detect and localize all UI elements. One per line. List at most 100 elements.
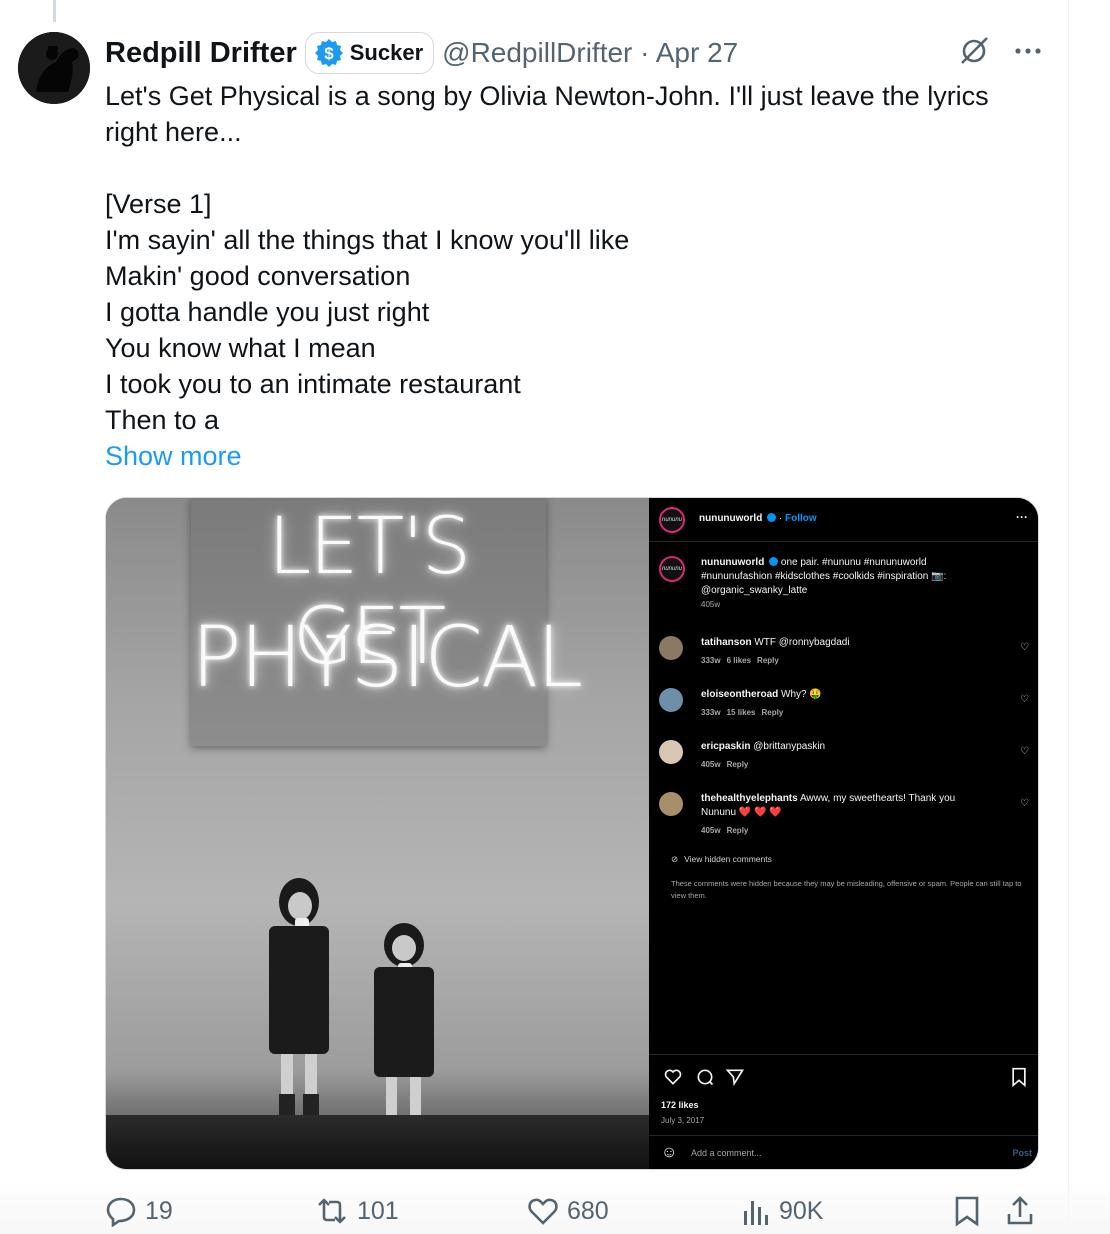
show-more-link[interactable]: Show more xyxy=(105,438,242,474)
reply-button[interactable]: 19 xyxy=(105,1188,173,1234)
tweet-text-line: Then to a xyxy=(105,405,220,435)
author-handle[interactable]: @RedpillDrifter · Apr 27 xyxy=(442,37,738,69)
like-count: 680 xyxy=(567,1196,609,1225)
ig-comment: tatihanson WTF @ronnybagdadi 333w 6 likes… xyxy=(659,636,1029,676)
neon-text-line2: PHYSICAL xyxy=(191,608,583,706)
ig-comment-likes[interactable]: 15 likes xyxy=(727,708,756,717)
ig-post-date: July 3, 2017 xyxy=(661,1116,705,1125)
ig-comment-text: WTF @ronnybagdadi xyxy=(754,637,850,648)
heart-outline-icon[interactable]: ♡ xyxy=(1020,798,1029,809)
ig-comment-text: Awww, my sweethearts! Thank you xyxy=(799,793,956,804)
tweet-text-blank-line xyxy=(105,150,1045,186)
ig-heart-icon[interactable] xyxy=(663,1067,683,1087)
ig-comment-age: 333w xyxy=(701,656,721,665)
ig-hidden-note: These comments were hidden because they … xyxy=(671,879,1022,900)
tweet-action-bar: 19 101 680 90K xyxy=(105,1188,1045,1234)
repost-count: 101 xyxy=(357,1196,399,1225)
heart-outline-icon[interactable]: ♡ xyxy=(1020,642,1029,653)
views-button[interactable]: 90K xyxy=(741,1188,823,1234)
tweet-text: Let's Get Physical is a song by Olivia N… xyxy=(105,78,1045,438)
ig-post-button[interactable]: Post xyxy=(1012,1148,1032,1158)
ig-caption-text: one pair. #nununu #nununuworld xyxy=(780,557,927,568)
ig-share-icon[interactable] xyxy=(725,1067,745,1087)
ig-comment-text: Nununu ❤️ ❤️ ❤️ xyxy=(701,807,782,818)
ig-comment-avatar[interactable] xyxy=(659,688,683,712)
share-button[interactable] xyxy=(1005,1188,1035,1234)
ig-caption-text: @organic_swanky_latte xyxy=(701,585,808,596)
like-button[interactable]: 680 xyxy=(527,1188,609,1234)
ig-caption: nununuworld one pair. #nununu #nununuwor… xyxy=(701,556,1021,612)
ig-comment-user[interactable]: tatihanson xyxy=(701,637,752,648)
ig-comment-avatar[interactable] xyxy=(659,792,683,816)
ig-header: nununu nununuworld · Follow ··· xyxy=(649,498,1038,542)
ig-comment-user[interactable]: eloiseontheroad xyxy=(701,689,778,700)
ig-caption-avatar[interactable]: nununu xyxy=(659,556,685,582)
header-actions xyxy=(957,34,1043,68)
neon-sign: LET'S GET PHYSICAL xyxy=(191,498,583,746)
repost-icon xyxy=(318,1198,346,1224)
bookmark-icon xyxy=(955,1196,979,1227)
floor xyxy=(106,1115,649,1169)
ig-comment: thehealthyelephants Awww, my sweethearts… xyxy=(659,792,1029,844)
tweet-text-line: Let's Get Physical is a song by Olivia N… xyxy=(105,81,989,111)
ig-comment-user[interactable]: ericpaskin xyxy=(701,741,750,752)
ig-comment: eloiseontheroad Why? 🤑 333w 15 likes Reply… xyxy=(659,688,1029,728)
ig-comment-text: Why? 🤑 xyxy=(781,689,822,700)
ig-comment-icon[interactable] xyxy=(695,1067,715,1087)
ig-more-icon[interactable]: ··· xyxy=(1016,510,1028,524)
author-avatar[interactable] xyxy=(18,32,90,104)
ig-reply-link[interactable]: Reply xyxy=(757,656,779,665)
column-border xyxy=(1068,0,1069,1234)
ig-reply-link[interactable]: Reply xyxy=(727,760,749,769)
tweet-text-line: I'm sayin' all the things that I know yo… xyxy=(105,225,630,255)
neon-sign-photo: LET'S GET PHYSICAL xyxy=(106,498,649,1169)
ig-caption-user[interactable]: nununuworld xyxy=(701,557,764,568)
ig-comment-age: 333w xyxy=(701,708,721,717)
ig-comment: ericpaskin @brittanypaskin 405w Reply ♡ xyxy=(659,740,1029,780)
ig-comment-age: 405w xyxy=(701,760,721,769)
ig-comment-bar: ☺ Add a comment... Post xyxy=(649,1135,1038,1169)
ig-save-icon[interactable] xyxy=(1010,1067,1028,1087)
ig-comment-age: 405w xyxy=(701,826,721,835)
reply-icon xyxy=(106,1197,136,1227)
ig-comment-avatar[interactable] xyxy=(659,740,683,764)
repost-button[interactable]: 101 xyxy=(315,1188,399,1234)
tweet-text-line: [Verse 1] xyxy=(105,189,212,219)
tweet-text-line: right here... xyxy=(105,117,242,147)
verified-badge-icon xyxy=(767,513,777,522)
instagram-panel: nununu nununuworld · Follow ··· nununu n… xyxy=(649,498,1038,1169)
ig-add-comment-input[interactable]: Add a comment... xyxy=(691,1148,762,1158)
tweet-text-line: You know what I mean xyxy=(105,333,376,363)
author-display-name[interactable]: Redpill Drifter xyxy=(105,37,297,70)
eye-slash-icon: ⊘ xyxy=(671,854,679,864)
subscription-badge-label: Sucker xyxy=(349,40,424,65)
ig-reply-link[interactable]: Reply xyxy=(727,826,749,835)
ig-reply-link[interactable]: Reply xyxy=(762,708,784,717)
tweet-text-line: I took you to an intimate restaurant xyxy=(105,369,521,399)
ig-account-name[interactable]: nununuworld xyxy=(699,513,762,524)
bookmark-button[interactable] xyxy=(953,1188,981,1234)
verified-badge-icon xyxy=(769,557,779,566)
heart-outline-icon[interactable]: ♡ xyxy=(1020,746,1029,757)
bar-chart-icon xyxy=(744,1201,768,1225)
ig-account-avatar[interactable]: nununu xyxy=(659,507,685,533)
ig-follow-button[interactable]: Follow xyxy=(785,513,817,524)
heart-icon xyxy=(528,1198,558,1225)
dollar-coin-icon: $ xyxy=(314,38,344,68)
ig-comment-avatar[interactable] xyxy=(659,636,683,660)
smiley-icon[interactable]: ☺ xyxy=(661,1144,677,1162)
ig-comment-user[interactable]: thehealthyelephants xyxy=(701,793,798,804)
ig-likes-count[interactable]: 172 likes xyxy=(661,1100,699,1110)
svg-text:$: $ xyxy=(324,44,334,63)
post-date[interactable]: · Apr 27 xyxy=(640,37,738,68)
tweet-media-image[interactable]: LET'S GET PHYSICAL nununu nununuworld · … xyxy=(105,497,1039,1170)
ig-view-hidden-comments[interactable]: ⊘ View hidden comments xyxy=(671,854,772,865)
more-dots-icon[interactable] xyxy=(1013,36,1043,66)
ig-comment-text: @brittanypaskin xyxy=(753,741,826,752)
tweet-text-line: I gotta handle you just right xyxy=(105,297,430,327)
ig-comment-likes[interactable]: 6 likes xyxy=(727,656,751,665)
grok-slash-icon[interactable] xyxy=(957,34,991,68)
heart-outline-icon[interactable]: ♡ xyxy=(1020,694,1029,705)
subscription-badge[interactable]: $ Sucker xyxy=(304,32,435,74)
tweet-text-line: Makin' good conversation xyxy=(105,261,411,291)
